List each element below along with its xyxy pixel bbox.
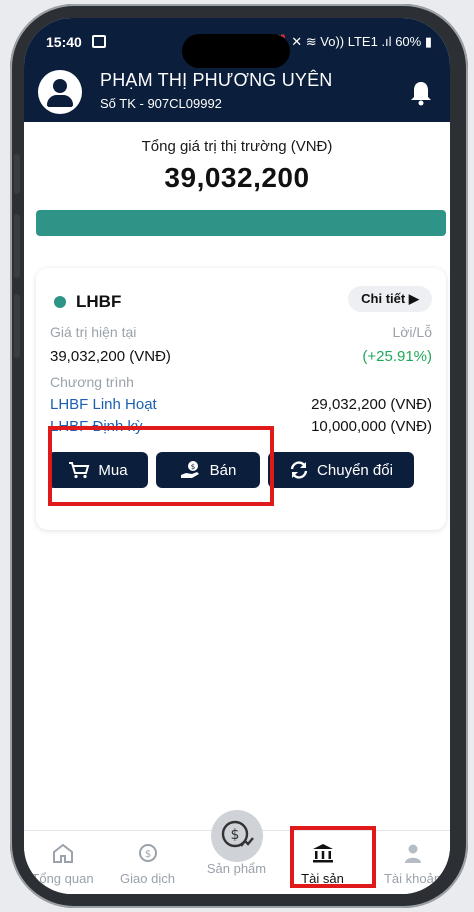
pnl-label: Lời/Lỗ [392,324,432,340]
mute-icon: ✕ [291,34,303,49]
tab-account-label: Tài khoản [383,871,442,886]
program-label: Chương trình [50,374,134,390]
tab-overview-label: Tổng quan [31,871,94,886]
phone-side-button [14,214,20,278]
tab-products-label: Sản phẩm [206,861,267,876]
products-center-button[interactable]: $ [211,810,263,862]
allocation-bar-fill [36,210,446,236]
swap-icon [290,461,308,479]
phone-side-button [14,294,20,358]
current-value-label: Giá trị hiện tại [50,324,137,340]
fund-status-dot [54,296,66,308]
home-icon [52,843,73,863]
tab-products[interactable]: Sản phẩm [194,861,279,876]
current-value: 39,032,200 (VNĐ) [50,348,171,365]
detail-button[interactable]: Chi tiết ▶ [348,286,432,312]
dynamic-island [182,34,290,68]
avatar[interactable] [38,70,82,114]
allocation-bar [36,210,446,236]
wifi-icon: ≋ [305,34,317,49]
user-icon [404,844,421,863]
account-number: Số TK - 907CL09992 [100,96,222,111]
battery-percent: 60% [395,34,422,49]
highlight-box-actions [48,426,274,506]
pnl-value: (+25.91%) [362,348,432,365]
gallery-icon [92,35,106,48]
tab-transactions-label: Giao dịch [120,871,175,886]
bell-icon[interactable] [410,80,432,106]
svg-text:$: $ [144,849,150,860]
tab-transactions[interactable]: $ Giao dịch [105,841,190,886]
svg-text:$: $ [231,827,240,843]
status-system-icons: ⏰ ✕ ≋ Vo)) LTE1 .ıl 60% ▮ [271,34,432,50]
product-icon: $ [221,820,254,848]
program-amount-periodic: 10,000,000 (VNĐ) [311,418,432,435]
signal-icon: Vo)) LTE1 .ıl [320,34,392,49]
market-value-title: Tổng giá trị thị trường (VNĐ) [141,138,333,155]
status-time: 15:40 [46,34,82,50]
phone-side-button [14,154,20,194]
market-value: 39,032,200 [164,162,310,193]
program-link-flexible[interactable]: LHBF Linh Hoạt [50,396,157,413]
highlight-box-assets-tab [290,826,376,888]
tab-overview[interactable]: Tổng quan [24,841,105,886]
transaction-icon: $ [138,844,157,862]
app-screen: 15:40 ⏰ ✕ ≋ Vo)) LTE1 .ıl 60% ▮ PHẠM THỊ… [24,18,450,894]
program-amount-flexible: 29,032,200 (VNĐ) [311,396,432,413]
convert-label: Chuyển đổi [317,461,393,479]
battery-icon: ▮ [424,34,432,49]
convert-button[interactable]: Chuyển đổi [268,452,414,488]
fund-name: LHBF [76,292,122,311]
user-name: PHẠM THỊ PHƯƠNG UYÊN [100,70,333,90]
app-header: 15:40 ⏰ ✕ ≋ Vo)) LTE1 .ıl 60% ▮ PHẠM THỊ… [24,18,450,122]
tab-account[interactable]: Tài khoản [370,841,450,886]
